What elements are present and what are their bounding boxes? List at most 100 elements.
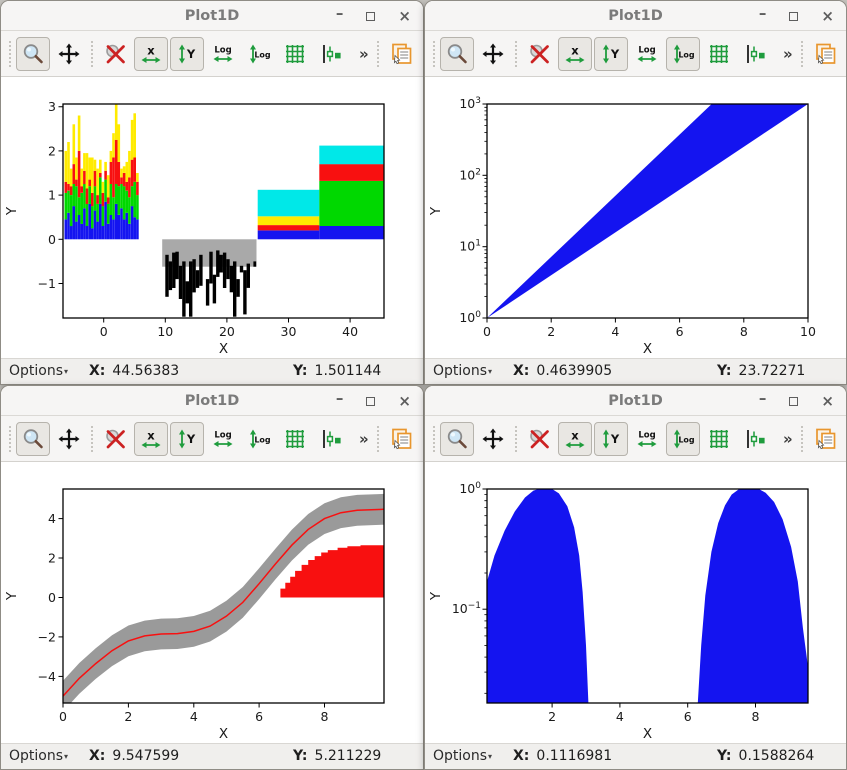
close-button[interactable]: ×	[821, 394, 834, 409]
log-glyph: Log	[638, 45, 655, 55]
plot-canvas[interactable]: 02468−4−2024XY	[1, 462, 423, 743]
copy-plot-button[interactable]	[384, 37, 418, 71]
clear-button[interactable]	[522, 37, 556, 71]
dropdown-caret-icon: ▾	[64, 752, 68, 761]
options-label: Options	[433, 363, 487, 379]
y-autoscale-icon: Y	[175, 427, 199, 451]
log-y-button[interactable]: Log	[242, 422, 276, 456]
clear-button[interactable]	[98, 422, 132, 456]
x-autoscale-button[interactable]: x	[558, 37, 592, 71]
options-menu-button[interactable]: Options▾	[433, 748, 492, 764]
svg-text:Y: Y	[4, 591, 20, 601]
log-x-button[interactable]: Log	[630, 37, 664, 71]
grid-button[interactable]	[702, 37, 736, 71]
options-menu-button[interactable]: Options▾	[9, 363, 68, 379]
toolbar-drag-handle[interactable]	[433, 41, 435, 67]
toolbar-separator	[377, 426, 379, 452]
x-autoscale-icon: x	[139, 427, 163, 451]
maximize-button[interactable]	[366, 394, 375, 409]
x-autoscale-button[interactable]: x	[134, 37, 168, 71]
plot-canvas[interactable]: 0246810100101102103XY	[425, 77, 846, 358]
copy-plot-button[interactable]	[808, 37, 842, 71]
y-autoscale-button[interactable]: Y	[594, 37, 628, 71]
close-button[interactable]: ×	[398, 9, 411, 24]
toolbar-overflow-chevron[interactable]: »	[780, 430, 796, 448]
pan-button[interactable]	[476, 422, 510, 456]
curve-style-button[interactable]	[738, 422, 772, 456]
dropdown-caret-icon: ▾	[488, 752, 492, 761]
svg-text:40: 40	[342, 324, 358, 339]
log-x-button[interactable]: Log	[206, 37, 240, 71]
window-controls: – ×	[759, 1, 834, 31]
pan-button[interactable]	[52, 422, 86, 456]
toolbar-overflow-chevron[interactable]: »	[356, 430, 372, 448]
grid-button[interactable]	[702, 422, 736, 456]
clear-button[interactable]	[98, 37, 132, 71]
options-menu-button[interactable]: Options▾	[9, 748, 68, 764]
log-y-button[interactable]: Log	[666, 37, 700, 71]
copy-plot-button[interactable]	[384, 422, 418, 456]
clear-button[interactable]	[522, 422, 556, 456]
x-glyph: x	[147, 43, 155, 57]
pan-button[interactable]	[52, 37, 86, 71]
log-glyph: Log	[678, 435, 695, 444]
maximize-button[interactable]	[789, 394, 798, 409]
curve-style-button[interactable]	[314, 37, 348, 71]
toolbar-drag-handle[interactable]	[9, 426, 11, 452]
x-autoscale-button[interactable]: x	[558, 422, 592, 456]
zoom-button[interactable]	[16, 422, 50, 456]
curve-style-icon	[319, 427, 343, 451]
grid-button[interactable]	[278, 422, 312, 456]
grid-button[interactable]	[278, 37, 312, 71]
log-y-button[interactable]: Log	[242, 37, 276, 71]
close-button[interactable]: ×	[398, 394, 411, 409]
pan-button[interactable]	[476, 37, 510, 71]
titlebar[interactable]: Plot1D – ×	[1, 1, 423, 31]
log-x-button[interactable]: Log	[630, 422, 664, 456]
y-autoscale-button[interactable]: Y	[170, 422, 204, 456]
log-x-button[interactable]: Log	[206, 422, 240, 456]
toolbar-overflow-chevron[interactable]: »	[356, 45, 372, 63]
toolbar-drag-handle[interactable]	[9, 41, 11, 67]
grid-icon	[283, 427, 307, 451]
titlebar[interactable]: Plot1D – ×	[425, 386, 846, 416]
svg-text:Y: Y	[428, 206, 444, 216]
x-autoscale-button[interactable]: x	[134, 422, 168, 456]
y-autoscale-button[interactable]: Y	[170, 37, 204, 71]
maximize-button[interactable]	[366, 9, 375, 24]
toolbar: x Y Log	[425, 31, 846, 77]
minimize-button[interactable]: –	[759, 391, 767, 406]
statusbar: Options▾ X:44.56383 Y:1.501144	[1, 358, 423, 385]
window-controls: – ×	[336, 386, 411, 416]
minimize-button[interactable]: –	[759, 6, 767, 21]
close-button[interactable]: ×	[821, 9, 834, 24]
zoom-button[interactable]	[440, 37, 474, 71]
toolbar-overflow-chevron[interactable]: »	[780, 45, 796, 63]
x-autoscale-icon: x	[563, 42, 587, 66]
titlebar[interactable]: Plot1D – ×	[425, 1, 846, 31]
statusbar: Options▾ X:0.4639905 Y:23.72271	[425, 358, 846, 385]
log-y-button[interactable]: Log	[666, 422, 700, 456]
svg-text:4: 4	[611, 324, 619, 339]
options-menu-button[interactable]: Options▾	[433, 363, 492, 379]
y-coordinate-label: Y:	[293, 363, 308, 379]
copy-plot-button[interactable]	[808, 422, 842, 456]
magnifier-icon	[445, 427, 469, 451]
statusbar: Options▾ X:0.1116981 Y:0.1588264	[425, 743, 846, 770]
plot-canvas[interactable]: 010203040−10123XY	[1, 77, 423, 358]
toolbar-drag-handle[interactable]	[433, 426, 435, 452]
y-autoscale-button[interactable]: Y	[594, 422, 628, 456]
zoom-button[interactable]	[16, 37, 50, 71]
titlebar[interactable]: Plot1D – ×	[1, 386, 423, 416]
maximize-icon	[789, 397, 798, 406]
curve-style-button[interactable]	[314, 422, 348, 456]
minimize-button[interactable]: –	[336, 391, 344, 406]
curve-style-button[interactable]	[738, 37, 772, 71]
plot-canvas[interactable]: 246810−1100XY	[425, 462, 846, 743]
maximize-button[interactable]	[789, 9, 798, 24]
toolbar: x Y Log	[1, 31, 423, 77]
cursor-x-readout: X:44.56383	[89, 363, 179, 379]
toolbar-separator	[515, 41, 517, 67]
zoom-button[interactable]	[440, 422, 474, 456]
minimize-button[interactable]: –	[336, 6, 344, 21]
